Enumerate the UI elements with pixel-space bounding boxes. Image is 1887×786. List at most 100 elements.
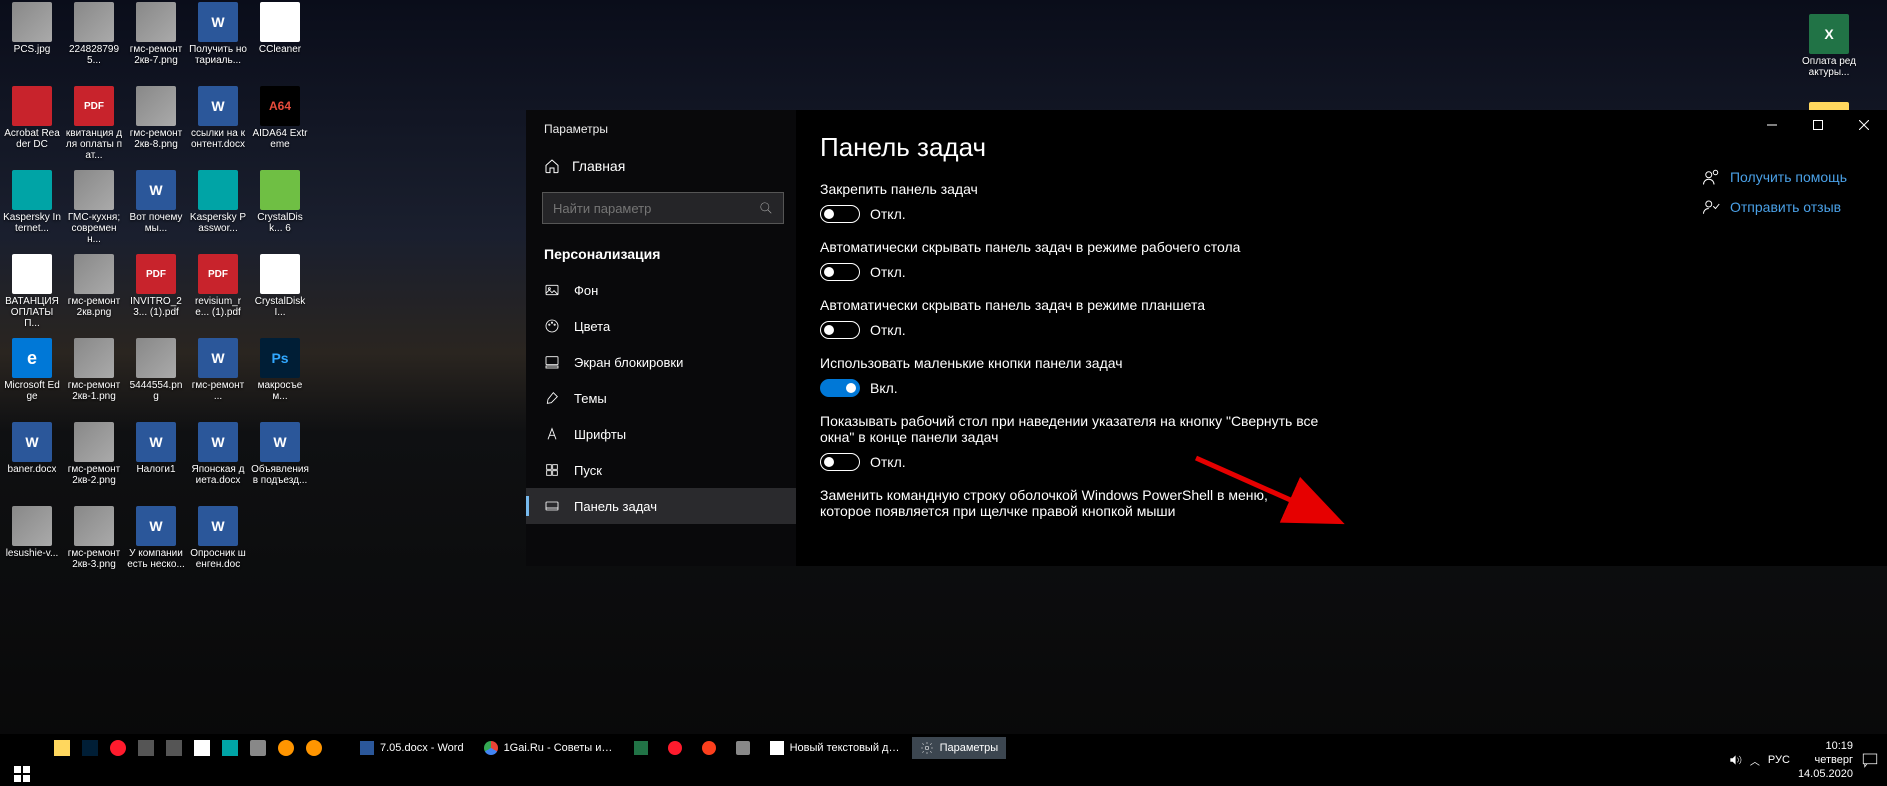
desktop-icon[interactable]: гмс-ремонт 2кв-2.png [64, 422, 124, 504]
toggle-switch[interactable] [820, 263, 860, 281]
desktop-icon[interactable]: Kaspersky Passwor... [188, 170, 248, 252]
desktop-icon[interactable]: CrystalDisk... 6 [250, 170, 310, 252]
start-button[interactable] [2, 762, 42, 786]
taskbar-task[interactable]: 7.05.docx - Word [352, 737, 472, 759]
nav-item-font[interactable]: Шрифты [526, 416, 796, 452]
desktop-icon[interactable]: WЯпонская диета.docx [188, 422, 248, 504]
nav-item-palette[interactable]: Цвета [526, 308, 796, 344]
desktop-icon[interactable]: Wbaner.docx [2, 422, 62, 504]
desktop-icon[interactable]: Acrobat Reader DC [2, 86, 62, 168]
desktop-icon[interactable]: WУ компании есть неско... [126, 506, 186, 588]
desktop-icon[interactable]: PDFrevisium_re... (1).pdf [188, 254, 248, 336]
desktop-icon[interactable]: Wгмс-ремонт ... [188, 338, 248, 420]
icon-label: Kaspersky Internet... [3, 212, 61, 234]
desktop-icon[interactable]: гмс-ремонт 2кв.png [64, 254, 124, 336]
taskbar-task[interactable]: Параметры [912, 737, 1007, 759]
img-icon [136, 86, 176, 126]
nav-item-label: Экран блокировки [574, 355, 683, 370]
fx-icon [278, 740, 294, 756]
excel-icon [634, 741, 648, 755]
desktop-icon[interactable]: Wссылки на контент.docx [188, 86, 248, 168]
pdf-icon: PDF [136, 254, 176, 294]
settings-window: Параметры Главная Персонализация ФонЦвет… [526, 110, 1887, 566]
desktop-icon[interactable]: ГМС-кухня; современн... [64, 170, 124, 252]
toggle-switch[interactable] [820, 205, 860, 223]
img-icon [12, 2, 52, 42]
icon-label: INVITRO_23... (1).pdf [127, 296, 185, 318]
settings-search[interactable] [542, 192, 784, 224]
taskbar-pinned-ps[interactable] [78, 737, 102, 759]
taskbar-pinned-cc[interactable] [190, 737, 214, 759]
desktop-icon[interactable]: гмс-ремонт 2кв-1.png [64, 338, 124, 420]
clock-day: четверг [1798, 753, 1853, 767]
toggle-switch[interactable] [820, 453, 860, 471]
get-help-link[interactable]: Получить помощь [1702, 168, 1847, 186]
taskbar-task[interactable]: 1Gai.Ru - Советы и т... [476, 737, 622, 759]
desktop-icon[interactable]: 5444554.png [126, 338, 186, 420]
img-icon [12, 506, 52, 546]
desktop-icon[interactable]: 2248287995... [64, 2, 124, 84]
nav-home[interactable]: Главная [526, 148, 796, 184]
taskbar-pinned-fx[interactable] [274, 737, 298, 759]
toggle-switch[interactable] [820, 379, 860, 397]
icon-label: гмс-ремонт 2кв.png [65, 296, 123, 318]
setting-row: Автоматически скрывать панель задач в ре… [820, 297, 1863, 339]
window-title: Параметры [526, 110, 796, 148]
notifications-icon[interactable] [1861, 751, 1879, 769]
toggle-switch[interactable] [820, 321, 860, 339]
desktop-icon[interactable]: Kaspersky Internet... [2, 170, 62, 252]
taskbar-task[interactable]: Новый текстовый до... [762, 737, 908, 759]
taskbar-pinned-camera[interactable] [246, 737, 270, 759]
desktop-icon[interactable]: X Оплата редактуры... [1799, 14, 1859, 96]
taskbar-pinned-k[interactable] [218, 737, 242, 759]
search-input[interactable] [553, 201, 759, 216]
task-label: Новый текстовый до... [790, 742, 900, 754]
desktop-icon[interactable]: PDFквитанция для оплаты пат... [64, 86, 124, 168]
setting-label: Закрепить панель задач [820, 181, 1320, 197]
taskbar-task[interactable] [660, 737, 690, 759]
taskbar-pinned-bar[interactable] [134, 737, 158, 759]
language-indicator[interactable]: РУС [1768, 754, 1790, 766]
nav-item-lock[interactable]: Экран блокировки [526, 344, 796, 380]
desktop-icon[interactable]: гмс-ремонт 2кв-8.png [126, 86, 186, 168]
desktop-icon[interactable]: eMicrosoft Edge [2, 338, 62, 420]
volume-icon[interactable] [1728, 753, 1742, 767]
clock-date: 14.05.2020 [1798, 767, 1853, 781]
nav-item-image[interactable]: Фон [526, 272, 796, 308]
desktop-icon[interactable]: гмс-ремонт 2кв-3.png [64, 506, 124, 588]
desktop-icon[interactable]: PDFINVITRO_23... (1).pdf [126, 254, 186, 336]
icon-label: baner.docx [8, 464, 57, 475]
tray-chevron-icon[interactable]: ︿ [1750, 753, 1760, 768]
desktop-icon[interactable]: Psмакросъем... [250, 338, 310, 420]
nav-item-brush[interactable]: Темы [526, 380, 796, 416]
feedback-link[interactable]: Отправить отзыв [1702, 198, 1847, 216]
desktop-icon[interactable]: A64AIDA64 Extreme [250, 86, 310, 168]
desktop-icon[interactable]: WОпросник шенген.doc [188, 506, 248, 588]
taskbar-pinned-opera[interactable] [106, 737, 130, 759]
taskbar-pinned-fx[interactable] [302, 737, 326, 759]
desktop-icon[interactable]: WВот почему мы... [126, 170, 186, 252]
nav-item-start[interactable]: Пуск [526, 452, 796, 488]
nav-home-label: Главная [572, 158, 625, 174]
taskbar-task[interactable] [626, 737, 656, 759]
desktop-icon[interactable]: WПолучить нотариаль... [188, 2, 248, 84]
taskbar-pinned-explorer[interactable] [50, 737, 74, 759]
nav-item-taskbar[interactable]: Панель задач [526, 488, 796, 524]
clock[interactable]: 10:19 четверг 14.05.2020 [1798, 739, 1853, 781]
desktop-icon[interactable]: ВАТАНЦИЯ ОПЛАТЫ П... [2, 254, 62, 336]
desktop-icon[interactable]: PCS.jpg [2, 2, 62, 84]
setting-label: Автоматически скрывать панель задач в ре… [820, 239, 1320, 255]
taskbar-top-row: 7.05.docx - Word 1Gai.Ru - Советы и т... Н… [0, 734, 1887, 762]
icon-label: CrystalDisk... 6 [251, 212, 309, 234]
taskbar-task[interactable] [728, 737, 758, 759]
task-label: 7.05.docx - Word [380, 742, 464, 754]
desktop-icon[interactable]: CCleaner [250, 2, 310, 84]
pdf-icon: PDF [74, 86, 114, 126]
desktop-icon[interactable]: WНалоги1 [126, 422, 186, 504]
desktop-icon[interactable]: WОбъявления в подъезд... [250, 422, 310, 504]
desktop-icon[interactable]: гмс-ремонт 2кв-7.png [126, 2, 186, 84]
desktop-icon[interactable]: CrystalDiskI... [250, 254, 310, 336]
taskbar-task[interactable] [694, 737, 724, 759]
taskbar-pinned-bar[interactable] [162, 737, 186, 759]
desktop-icon[interactable]: lesushie-v... [2, 506, 62, 588]
